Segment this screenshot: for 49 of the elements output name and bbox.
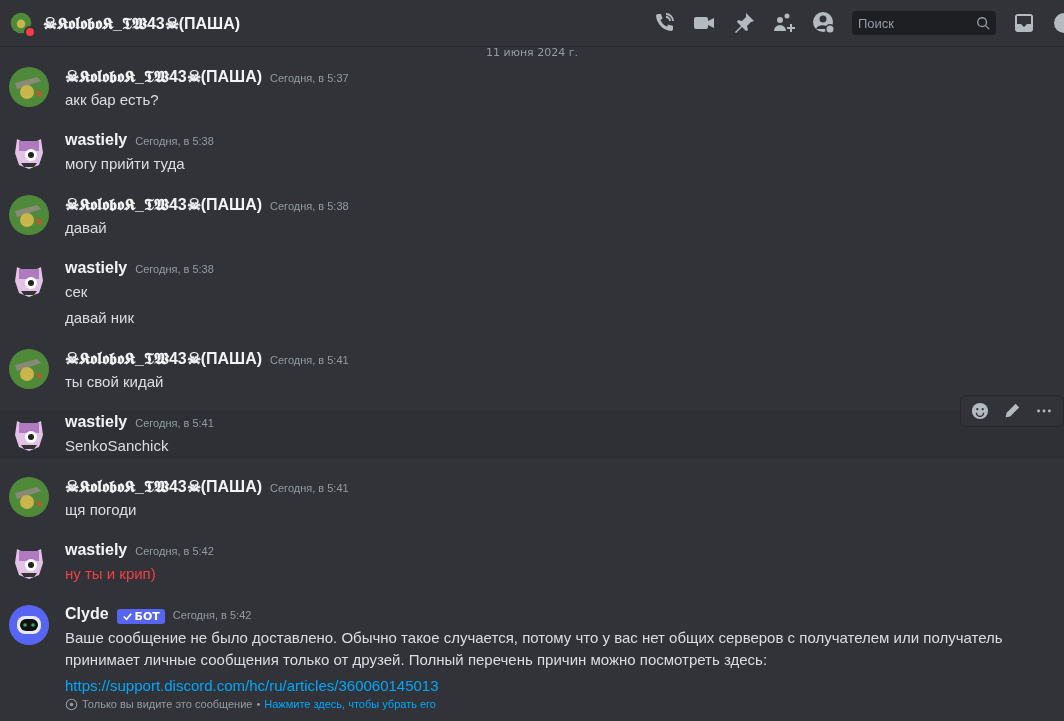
message-text: акк бар есть? (65, 90, 160, 110)
emoji-icon[interactable] (971, 402, 989, 420)
author-name[interactable]: ☠𝕶𝖔𝖑𝖔𝖇𝖔𝕶_𝕿𝖂43☠(ПАША) (65, 195, 263, 214)
pencil-icon[interactable] (1003, 402, 1021, 420)
eye-icon (65, 698, 78, 711)
timestamp: Сегодня, в 5:42 (135, 545, 214, 557)
avatar-icon[interactable] (9, 349, 49, 389)
avatar-icon[interactable] (9, 195, 49, 235)
timestamp: Сегодня, в 5:38 (270, 200, 349, 212)
dismiss-link[interactable]: Нажмите здесь, чтобы убрать его (264, 698, 436, 711)
support-link[interactable]: https://support.discord.com/hc/ru/articles/360060145013 (65, 677, 439, 694)
author-name[interactable]: wastiely (65, 541, 128, 559)
message-text: Ваше сообщение не было доставлено. Обычно такое случается, потому что у вас нет общих серверов с получателем или получатель принимает личные сообщения только от друзей. Полный перечень причин можно посмотреть здесь: (65, 628, 1004, 670)
timestamp: Сегодня, в 5:37 (270, 72, 349, 84)
author-name[interactable]: wastiely (65, 413, 128, 431)
ephemeral-notice: Только вы видите это сообщение (82, 698, 253, 711)
author-name[interactable]: wastiely (65, 259, 128, 277)
author-name[interactable]: wastiely (65, 131, 128, 149)
avatar-icon[interactable] (9, 477, 49, 517)
search-field[interactable]: Поиск (852, 11, 996, 35)
message-text: ну ты и крип) (65, 564, 157, 584)
author-name[interactable]: ☠𝕶𝖔𝖑𝖔𝖇𝖔𝕶_𝕿𝖂43☠(ПАША) (65, 477, 263, 496)
author-name[interactable]: ☠𝕶𝖔𝖑𝖔𝖇𝖔𝕶_𝕿𝖂43☠(ПАША) (65, 67, 263, 86)
author-name[interactable]: Clyde (65, 605, 109, 623)
date-divider: 11 июня 2024 г. (486, 47, 578, 59)
timestamp: Сегодня, в 5:38 (135, 135, 214, 147)
robot-avatar-icon[interactable] (9, 605, 49, 645)
message-text: могу прийти туда (65, 154, 186, 174)
message-text: давай (65, 218, 108, 238)
avatar-icon[interactable] (9, 67, 49, 107)
message-text: ты свой кидай (65, 372, 165, 392)
message-text: сек (65, 282, 89, 302)
search-icon (976, 16, 990, 30)
bot-badge: БОТ (116, 608, 165, 624)
add-friends-icon[interactable] (772, 11, 796, 35)
message-text: давай ник (65, 308, 135, 328)
user-profile-icon[interactable] (812, 11, 836, 35)
avatar-icon (9, 11, 33, 35)
message-text: щя погоди (65, 500, 138, 520)
separator: • (256, 698, 261, 711)
timestamp: Сегодня, в 5:41 (135, 417, 214, 429)
chat-title: ☠𝕶𝖔𝖑𝖔𝖇𝖔𝕶_𝕿𝖂43☠(ПАША) (43, 13, 241, 33)
timestamp: Сегодня, в 5:38 (135, 263, 214, 275)
author-name[interactable]: ☠𝕶𝖔𝖑𝖔𝖇𝖔𝕶_𝕿𝖂43☠(ПАША) (65, 349, 263, 368)
timestamp: Сегодня, в 5:41 (270, 354, 349, 366)
message-text: SenkoSanchick (65, 436, 170, 456)
timestamp: Сегодня, в 5:42 (172, 609, 252, 621)
inbox-icon[interactable] (1012, 11, 1036, 35)
timestamp: Сегодня, в 5:41 (270, 482, 349, 494)
